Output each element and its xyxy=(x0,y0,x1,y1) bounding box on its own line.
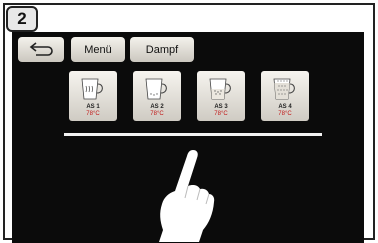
menu-button[interactable]: Menü xyxy=(71,37,125,62)
recipe-temperature: 78°C xyxy=(86,111,100,117)
cup-full-icon xyxy=(273,78,295,100)
machine-display: Menü Dampf AS 1 78°C AS 2 78°C AS 3 78°C… xyxy=(12,32,364,243)
back-button[interactable] xyxy=(18,37,64,62)
recipe-button-as2[interactable]: AS 2 78°C xyxy=(133,71,181,121)
step-number: 2 xyxy=(6,6,38,32)
recipe-name: AS 3 xyxy=(214,104,228,110)
scroll-indicator xyxy=(64,133,322,136)
recipe-name: AS 1 xyxy=(86,104,100,110)
cup-steam-icon xyxy=(81,78,103,100)
recipe-temperature: 78°C xyxy=(150,111,164,117)
recipe-temperature: 78°C xyxy=(214,111,228,117)
recipe-name: AS 4 xyxy=(278,104,292,110)
back-arrow-icon xyxy=(29,41,53,56)
recipe-button-as1[interactable]: AS 1 78°C xyxy=(69,71,117,121)
recipe-button-as4[interactable]: AS 4 78°C xyxy=(261,71,309,121)
recipe-temperature: 78°C xyxy=(278,111,292,117)
cup-foam-icon xyxy=(145,78,167,100)
pointing-hand-icon xyxy=(159,150,215,242)
steam-button[interactable]: Dampf xyxy=(130,37,194,62)
recipe-name: AS 2 xyxy=(150,104,164,110)
cup-milk-icon xyxy=(209,78,231,100)
recipe-button-as3[interactable]: AS 3 78°C xyxy=(197,71,245,121)
